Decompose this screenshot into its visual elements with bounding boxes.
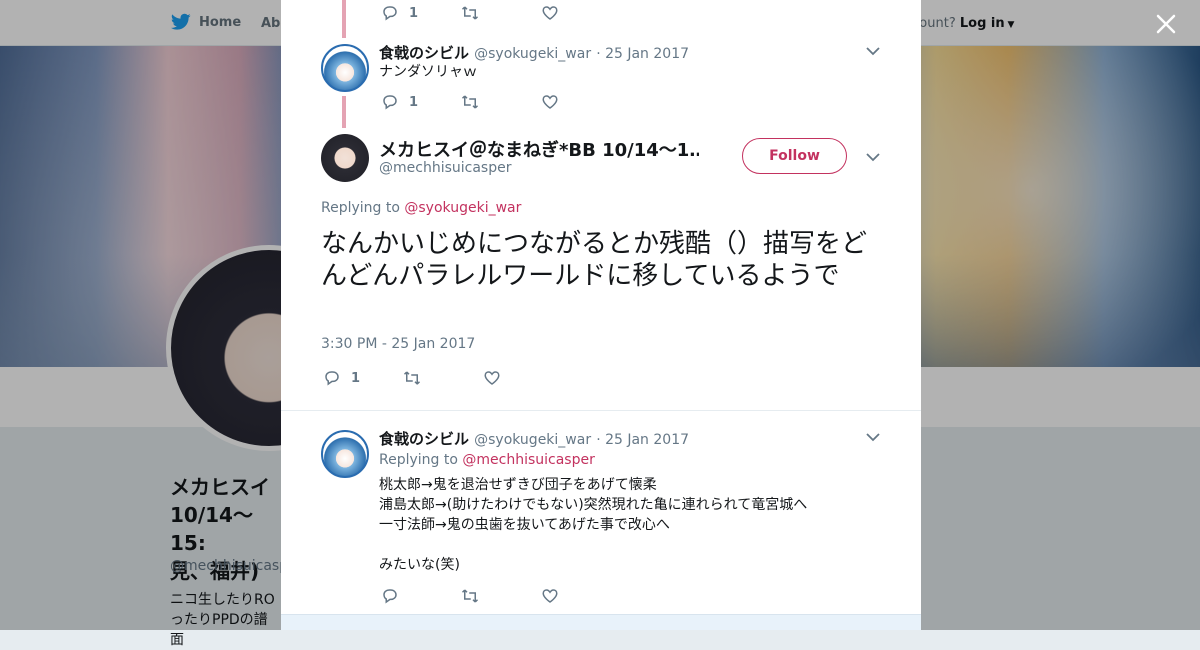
like-button[interactable]	[483, 369, 563, 387]
main-tweet-timestamp[interactable]: 3:30 PM - 25 Jan 2017	[321, 336, 475, 352]
tweet-date[interactable]: · 25 Jan 2017	[596, 46, 689, 62]
reply-button[interactable]	[381, 587, 461, 605]
reply-icon	[325, 371, 339, 386]
tweet-author-name[interactable]: 食戟のシビル	[379, 430, 469, 448]
retweet-button[interactable]	[461, 93, 541, 111]
replying-to-handle[interactable]: @syokugeki_war	[404, 200, 521, 216]
avatar[interactable]	[321, 44, 369, 92]
tweet-actions: 1	[381, 4, 621, 22]
main-tweet-text: なんかいじめにつながるとか残酷（）描写をどんどんパラレルワールドに移しているよう…	[321, 229, 868, 291]
replying-to-prefix: Replying to	[379, 452, 458, 468]
retweet-icon	[461, 95, 479, 109]
replying-to-prefix: Replying to	[321, 200, 400, 216]
like-button[interactable]	[541, 93, 621, 111]
retweet-button[interactable]	[461, 587, 541, 605]
retweet-button[interactable]	[403, 369, 483, 387]
main-tweet-author-name[interactable]: メカヒスイ＠なまねぎ*BB 10/14～1…	[379, 136, 699, 162]
retweet-icon	[461, 589, 479, 603]
replying-to: Replying to @syokugeki_war	[321, 200, 521, 216]
chevron-down-icon[interactable]	[866, 433, 880, 442]
tweet-author-handle[interactable]: @syokugeki_war	[474, 432, 591, 448]
tweet-actions: 1	[381, 93, 621, 111]
main-tweet-actions: 1	[323, 369, 563, 387]
main-tweet-author-handle[interactable]: @mechhisuicasper	[379, 160, 511, 176]
thread-line	[342, 96, 346, 128]
replying-to: Replying to @mechhisuicasper	[379, 452, 595, 468]
reply-button[interactable]: 1	[323, 369, 403, 387]
tweet-header: 食戟のシビル @syokugeki_war · 25 Jan 2017	[379, 428, 689, 449]
reply-button[interactable]: 1	[381, 4, 461, 22]
reply-count: 1	[409, 94, 419, 110]
avatar[interactable]	[321, 430, 369, 478]
replying-to-handle[interactable]: @mechhisuicasper	[462, 452, 594, 468]
reply-count: 1	[409, 5, 419, 21]
chevron-down-icon[interactable]	[866, 47, 880, 56]
like-icon	[542, 6, 558, 20]
tweet-text: 桃太郎→鬼を退治せずきび団子をあげて懐柔 浦島太郎→(助けたわけでもない)突然現…	[379, 477, 808, 573]
retweet-icon	[461, 6, 479, 20]
reply-icon	[383, 589, 397, 604]
tweet-author-name[interactable]: 食戟のシビル	[379, 44, 469, 62]
tweet-actions	[381, 587, 621, 605]
reply-button[interactable]: 1	[381, 93, 461, 111]
retweet-icon	[403, 371, 421, 385]
like-button[interactable]	[541, 587, 621, 605]
reply-count: 1	[351, 370, 361, 386]
close-icon[interactable]	[1152, 10, 1180, 38]
reply-icon	[383, 95, 397, 110]
avatar[interactable]	[321, 134, 369, 182]
like-icon	[542, 95, 558, 109]
tweet-modal: 1 食戟のシビル @syokugeki_war · 25 Jan 2017 ナン…	[281, 0, 921, 630]
thread-line	[342, 0, 346, 38]
divider	[281, 410, 921, 411]
tweet-text: ナンダソリャｗ	[379, 64, 477, 80]
like-button[interactable]	[541, 4, 621, 22]
tweet-date[interactable]: · 25 Jan 2017	[596, 432, 689, 448]
reply-icon	[383, 6, 397, 21]
tweet-author-handle[interactable]: @syokugeki_war	[474, 46, 591, 62]
tweet-header: 食戟のシビル @syokugeki_war · 25 Jan 2017	[379, 42, 689, 63]
modal-footer	[281, 614, 921, 630]
chevron-down-icon[interactable]	[866, 153, 880, 162]
retweet-button[interactable]	[461, 4, 541, 22]
like-icon	[542, 589, 558, 603]
like-icon	[484, 371, 500, 385]
follow-button[interactable]: Follow	[742, 138, 847, 174]
